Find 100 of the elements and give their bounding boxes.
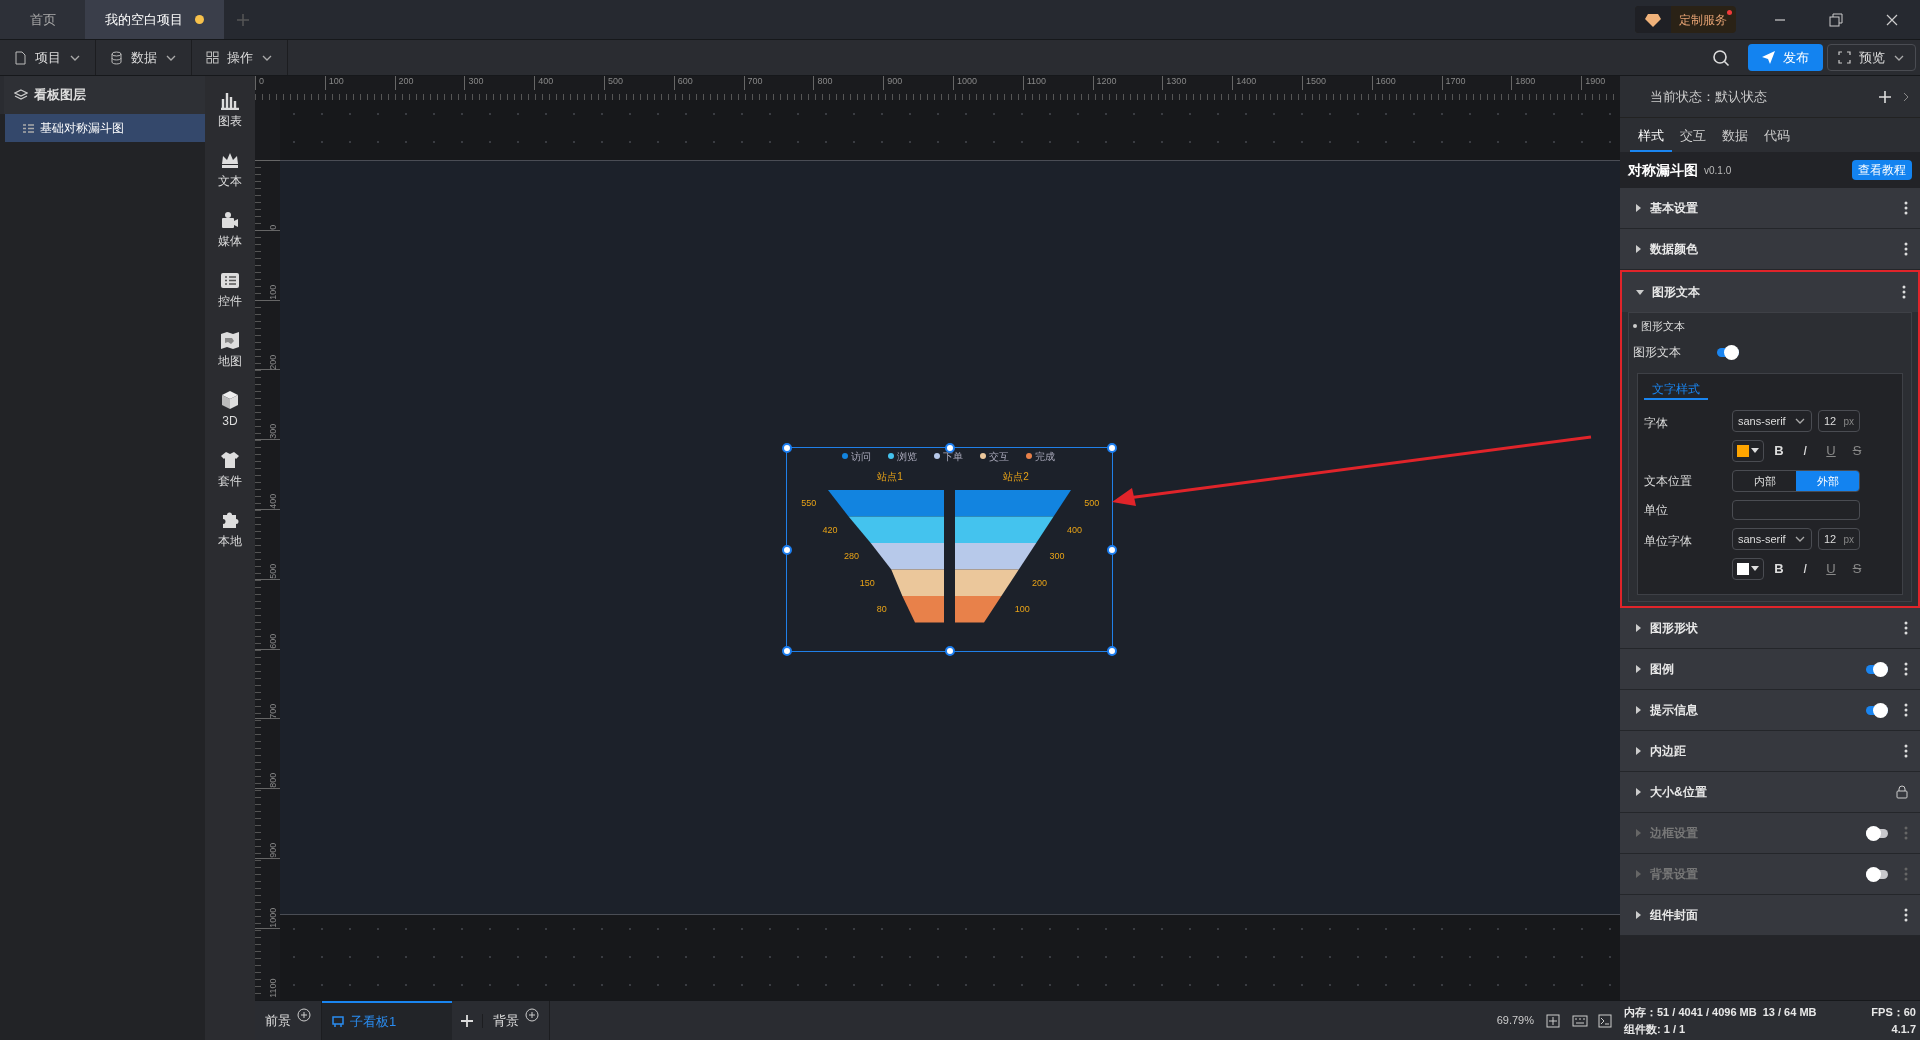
funnel-band: [891, 569, 944, 596]
format-button[interactable]: S: [1846, 558, 1868, 580]
tab[interactable]: 首页: [0, 0, 85, 39]
more-icon: [1904, 621, 1908, 635]
tool-button[interactable]: 媒体: [205, 206, 255, 254]
menu-button[interactable]: 项目: [0, 40, 96, 75]
unit-label: px: [1843, 414, 1854, 429]
more-icon: [1904, 744, 1908, 758]
tool-button[interactable]: 套件: [205, 446, 255, 494]
tutorial-button[interactable]: 查看教程: [1852, 160, 1912, 180]
format-button[interactable]: B: [1768, 440, 1790, 462]
tool-button[interactable]: 控件: [205, 266, 255, 314]
caret-right-icon: [1634, 911, 1642, 919]
section-header[interactable]: 内边距: [1620, 731, 1920, 771]
ruler-label: 600: [268, 632, 278, 649]
resize-handle[interactable]: [945, 443, 955, 453]
color-picker[interactable]: [1732, 440, 1764, 462]
tool-button[interactable]: 3D: [205, 386, 255, 434]
data-label: 500: [1084, 498, 1100, 509]
section-header[interactable]: 基本设置: [1620, 188, 1920, 228]
format-button[interactable]: B: [1768, 558, 1790, 580]
menu-button[interactable]: 数据: [96, 40, 192, 75]
add-circle-icon: [525, 1007, 539, 1022]
segment-option[interactable]: 外部: [1796, 471, 1859, 491]
series-title: 站点1: [877, 471, 903, 482]
app-version: 4.1.7: [1891, 1021, 1916, 1037]
lock-icon: [1896, 785, 1908, 799]
font-select[interactable]: sans-serif: [1732, 528, 1812, 550]
data-label: 80: [876, 604, 887, 615]
caret-icon: [1751, 448, 1759, 454]
tab[interactable]: 我的空白项目: [85, 0, 224, 39]
ruler-label: 1200: [1096, 76, 1118, 86]
more-icon: [1904, 662, 1908, 676]
ruler-label: 600: [677, 76, 694, 86]
custom-service-button[interactable]: 定制服务: [1635, 6, 1736, 33]
more-icon: [1904, 826, 1908, 840]
color-picker[interactable]: [1732, 558, 1764, 580]
send-icon: [1762, 51, 1775, 64]
font-select[interactable]: sans-serif: [1732, 410, 1812, 432]
menu-button[interactable]: 操作: [192, 40, 288, 75]
unit-input[interactable]: [1732, 500, 1860, 520]
ruler-label: 1000: [956, 76, 978, 86]
resize-handle[interactable]: [1107, 443, 1117, 453]
panel-title: 看板图层: [34, 86, 86, 105]
memory-usage: 内存：51 / 4041 / 4096 MB: [1624, 1005, 1757, 1020]
board-tab[interactable]: 子看板1: [322, 1001, 452, 1040]
publish-button[interactable]: 发布: [1748, 44, 1823, 71]
toggle-switch[interactable]: [1866, 705, 1888, 715]
tool-button[interactable]: 文本: [205, 146, 255, 194]
format-button[interactable]: S: [1846, 440, 1868, 462]
terminal-icon: [1598, 1013, 1612, 1028]
section-header[interactable]: 数据颜色: [1620, 229, 1920, 269]
section-header[interactable]: 图形形状: [1620, 608, 1920, 648]
section-header[interactable]: 图形文本: [1622, 272, 1918, 312]
restore-icon: [1829, 12, 1843, 27]
ruler-label: 1500: [1305, 76, 1327, 86]
section-header[interactable]: 组件封面: [1620, 895, 1920, 935]
ruler-label: 300: [268, 423, 278, 440]
resize-handle[interactable]: [945, 646, 955, 656]
caret-right-icon: [1634, 665, 1642, 673]
preview-button[interactable]: 预览: [1827, 44, 1916, 71]
tool-button[interactable]: 地图: [205, 326, 255, 374]
tool-button[interactable]: 图表: [205, 86, 255, 134]
gpu-memory-usage: 13 / 64 MB: [1762, 1005, 1818, 1020]
resize-handle[interactable]: [782, 545, 792, 555]
size-input[interactable]: 12 px: [1818, 410, 1860, 432]
section-header[interactable]: 图例: [1620, 649, 1920, 689]
component-count: 组件数: 1 / 1: [1624, 1021, 1687, 1037]
section-header[interactable]: 大小&位置: [1620, 772, 1920, 812]
data-label: 300: [1049, 551, 1065, 562]
document-icon: [14, 50, 27, 65]
size-input[interactable]: 12 px: [1818, 528, 1860, 550]
data-label: 400: [1066, 524, 1082, 535]
more-icon: [1904, 867, 1908, 881]
field-label: 单位字体: [1644, 533, 1693, 550]
toggle-switch[interactable]: [1717, 347, 1739, 357]
toggle-switch[interactable]: [1866, 664, 1888, 674]
resize-handle[interactable]: [1107, 646, 1117, 656]
tab[interactable]: 交互: [1672, 122, 1714, 152]
tool-button[interactable]: 本地: [205, 506, 255, 554]
resize-handle[interactable]: [782, 443, 792, 453]
fullscreen-icon: [1838, 51, 1851, 64]
video-camera-icon: [220, 210, 240, 230]
format-button[interactable]: I: [1794, 440, 1816, 462]
ruler-label: 400: [538, 76, 555, 86]
resize-handle[interactable]: [782, 646, 792, 656]
legend-label: 浏览: [897, 451, 917, 462]
section-header[interactable]: 提示信息: [1620, 690, 1920, 730]
ruler-label: 1400: [1236, 76, 1258, 86]
format-button[interactable]: U: [1820, 558, 1842, 580]
segment-option[interactable]: 内部: [1733, 471, 1796, 491]
format-button[interactable]: U: [1820, 440, 1842, 462]
resize-handle[interactable]: [1107, 545, 1117, 555]
ruler-label: 700: [268, 702, 278, 719]
tab[interactable]: 文字样式: [1644, 374, 1708, 400]
layer-item[interactable]: 基础对称漏斗图: [5, 114, 205, 142]
tab[interactable]: 数据: [1714, 122, 1756, 152]
caret-right-icon: [1634, 747, 1642, 755]
format-button[interactable]: I: [1794, 558, 1816, 580]
tab[interactable]: 代码: [1756, 122, 1798, 152]
